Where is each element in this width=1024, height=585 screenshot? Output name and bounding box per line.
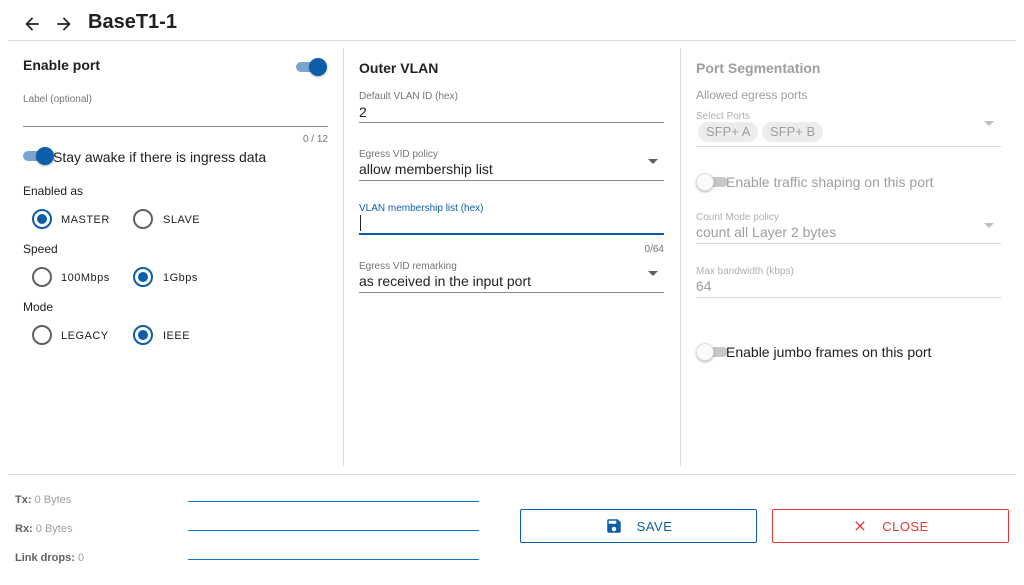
arrow-right-icon bbox=[57, 17, 71, 31]
rx-stat: Rx: 0 Bytes bbox=[15, 523, 72, 535]
max-bandwidth-input[interactable]: 64 bbox=[696, 278, 712, 294]
stay-awake-toggle[interactable] bbox=[21, 146, 55, 166]
close-icon bbox=[852, 518, 868, 534]
select-ports-underline bbox=[696, 146, 1001, 147]
rx-sparkline bbox=[188, 530, 479, 531]
mode-label: Mode bbox=[23, 300, 54, 314]
radio-ieee-label: IEEE bbox=[163, 330, 191, 342]
egress-policy-select[interactable]: allow membership list bbox=[359, 161, 493, 177]
enabled-as-label: Enabled as bbox=[23, 184, 84, 198]
page-title: BaseT1-1 bbox=[88, 11, 177, 33]
save-icon bbox=[605, 517, 623, 535]
link-drops-value: 0 bbox=[77, 552, 85, 564]
link-drops-label: Link drops: bbox=[15, 552, 75, 564]
radio-master[interactable] bbox=[32, 209, 52, 229]
count-mode-select[interactable]: count all Layer 2 bytes bbox=[696, 224, 836, 240]
port-segmentation-title: Port Segmentation bbox=[696, 60, 821, 76]
egress-policy-label: Egress VID policy bbox=[359, 149, 438, 160]
count-mode-label: Count Mode policy bbox=[696, 212, 779, 223]
arrow-left-icon bbox=[25, 17, 39, 31]
tx-label: Tx: bbox=[15, 494, 32, 506]
forward-button[interactable] bbox=[52, 12, 76, 36]
save-label: SAVE bbox=[636, 518, 673, 534]
rx-value: 0 Bytes bbox=[35, 523, 73, 535]
port-chip-sfp-a: SFP+ A bbox=[698, 122, 759, 142]
membership-counter: 0/64 bbox=[644, 244, 664, 255]
close-label: CLOSE bbox=[882, 518, 929, 534]
select-ports-label: Select Ports bbox=[696, 111, 750, 122]
radio-1gbps[interactable] bbox=[133, 267, 153, 287]
count-mode-underline bbox=[696, 243, 1001, 244]
radio-ieee[interactable] bbox=[133, 325, 153, 345]
header-divider bbox=[8, 40, 1016, 41]
default-vlan-underline bbox=[359, 122, 664, 123]
chevron-down-icon[interactable] bbox=[648, 271, 658, 276]
chevron-down-icon[interactable] bbox=[648, 159, 658, 164]
stay-awake-label: Stay awake if there is ingress data bbox=[53, 149, 267, 165]
port-chip-sfp-b: SFP+ B bbox=[762, 122, 824, 142]
jumbo-frames-toggle[interactable] bbox=[696, 342, 730, 362]
close-button[interactable]: CLOSE bbox=[772, 509, 1009, 543]
enable-port-label: Enable port bbox=[23, 57, 101, 73]
column-divider bbox=[343, 48, 344, 466]
radio-slave[interactable] bbox=[133, 209, 153, 229]
default-vlan-label: Default VLAN ID (hex) bbox=[359, 91, 458, 102]
radio-legacy-label: LEGACY bbox=[61, 330, 109, 342]
label-input[interactable] bbox=[23, 126, 328, 127]
column-divider bbox=[680, 48, 681, 466]
membership-list-input[interactable] bbox=[359, 212, 664, 234]
chevron-down-icon[interactable] bbox=[984, 223, 994, 228]
egress-remark-underline bbox=[359, 292, 664, 293]
footer-divider bbox=[8, 474, 1016, 475]
traffic-shaping-toggle[interactable] bbox=[696, 172, 730, 192]
label-counter: 0 / 12 bbox=[302, 134, 328, 145]
back-button[interactable] bbox=[20, 12, 44, 36]
radio-legacy[interactable] bbox=[32, 325, 52, 345]
tx-value: 0 Bytes bbox=[34, 494, 72, 506]
egress-policy-underline bbox=[359, 180, 664, 181]
radio-1gbps-label: 1Gbps bbox=[163, 272, 198, 284]
radio-master-label: MASTER bbox=[61, 214, 110, 226]
chevron-down-icon[interactable] bbox=[984, 121, 994, 126]
link-drops-stat: Link drops: 0 bbox=[15, 552, 84, 564]
traffic-shaping-label: Enable traffic shaping on this port bbox=[726, 174, 934, 190]
max-bandwidth-label: Max bandwidth (kbps) bbox=[696, 266, 794, 277]
rx-label: Rx: bbox=[15, 523, 33, 535]
label-field-label: Label (optional) bbox=[23, 94, 92, 105]
egress-remark-select[interactable]: as received in the input port bbox=[359, 273, 531, 289]
link-drops-sparkline bbox=[188, 559, 479, 560]
outer-vlan-title: Outer VLAN bbox=[359, 60, 439, 76]
enable-port-toggle[interactable] bbox=[294, 57, 328, 77]
tx-sparkline bbox=[188, 501, 479, 502]
max-bandwidth-underline bbox=[696, 297, 1001, 298]
egress-remark-label: Egress VID remarking bbox=[359, 261, 457, 272]
jumbo-frames-label: Enable jumbo frames on this port bbox=[726, 344, 932, 360]
save-button[interactable]: SAVE bbox=[520, 509, 757, 543]
default-vlan-input[interactable]: 2 bbox=[359, 104, 367, 120]
radio-slave-label: SLAVE bbox=[163, 214, 201, 226]
radio-100mbps[interactable] bbox=[32, 267, 52, 287]
tx-stat: Tx: 0 Bytes bbox=[15, 494, 71, 506]
speed-label: Speed bbox=[23, 242, 58, 256]
allowed-egress-label: Allowed egress ports bbox=[696, 88, 808, 102]
membership-list-underline bbox=[359, 233, 664, 235]
radio-100mbps-label: 100Mbps bbox=[61, 272, 110, 284]
